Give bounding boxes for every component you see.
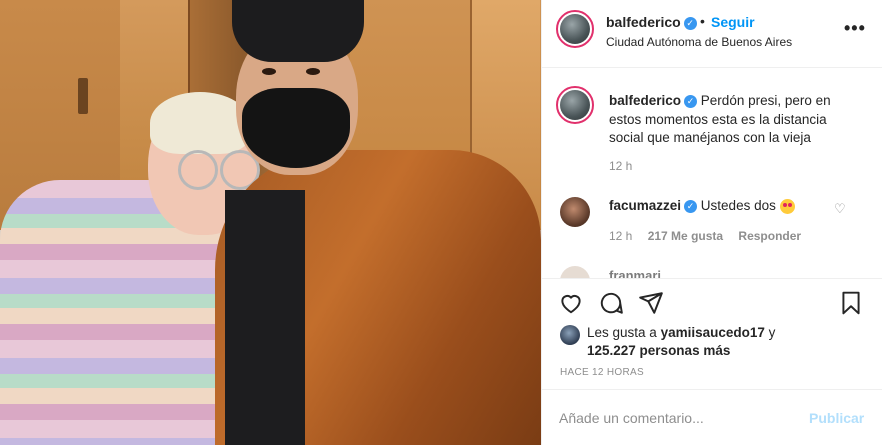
post-timestamp[interactable]: HACE 12 HORAS <box>560 367 644 378</box>
photo-eye <box>306 68 320 75</box>
likes-count-text[interactable]: 125.227 personas más <box>587 343 730 358</box>
comment-likes[interactable]: 217 Me gusta <box>648 229 723 243</box>
more-options-icon[interactable]: ••• <box>844 18 866 39</box>
avatar-image <box>560 90 590 120</box>
photo-door-handle <box>78 78 88 114</box>
likes-count[interactable]: 125.227 personas más <box>587 343 730 358</box>
likes-line: Les gusta a yamiisaucedo17 y <box>587 325 775 340</box>
commenter-username[interactable]: facumazzei <box>609 198 681 213</box>
liker-avatar[interactable] <box>560 325 580 345</box>
verified-icon: ✓ <box>684 199 698 213</box>
username-text[interactable]: balfederico <box>606 14 681 30</box>
bookmark-icon[interactable] <box>838 290 864 316</box>
comment-input[interactable]: Añade un comentario... <box>559 410 704 426</box>
heart-eyes-emoji-icon <box>779 198 795 214</box>
commenter-avatar[interactable] <box>560 197 590 227</box>
comment-icon[interactable] <box>598 290 624 316</box>
heart-icon[interactable] <box>558 290 584 316</box>
commenter-username[interactable]: franmari... <box>609 268 672 278</box>
author-username[interactable]: balfederico ✓ <box>606 14 697 30</box>
share-icon[interactable] <box>638 290 664 316</box>
avatar-image <box>560 14 590 44</box>
publish-button[interactable]: Publicar <box>809 410 864 426</box>
add-comment-bar: Añade un comentario... Publicar <box>542 389 882 445</box>
photo-cap <box>232 0 364 62</box>
comment-like-heart-icon[interactable]: ♡ <box>834 201 846 217</box>
photo-woman-hair <box>150 92 250 154</box>
caption-avatar[interactable] <box>556 86 594 124</box>
reply-button[interactable]: Responder <box>738 229 801 243</box>
comment-item-partial: franmari... <box>560 266 860 278</box>
post-photo[interactable] <box>0 0 541 445</box>
comment-text: facumazzei ✓ Ustedes dos <box>609 198 795 214</box>
comment-time[interactable]: 12 h <box>609 229 632 243</box>
caption-time[interactable]: 12 h <box>609 159 632 173</box>
post-header: balfederico ✓ • Seguir Ciudad Autónoma de… <box>542 0 882 68</box>
verified-icon: ✓ <box>683 16 697 30</box>
comments-list[interactable]: balfederico ✓ Perdón presi, pero en estos… <box>542 68 882 278</box>
verified-icon: ✓ <box>684 94 698 108</box>
liker-username[interactable]: yamiisaucedo17 <box>661 325 765 340</box>
caption-username[interactable]: balfederico <box>609 93 681 108</box>
caption-text: balfederico ✓ Perdón presi, pero en estos… <box>609 92 849 148</box>
photo-eye <box>262 68 276 75</box>
likes-conj: y <box>768 325 776 340</box>
location-link[interactable]: Ciudad Autónoma de Buenos Aires <box>606 35 792 49</box>
separator-dot: • <box>700 13 705 29</box>
likes-prefix: Les gusta a <box>587 325 657 340</box>
photo-glasses <box>178 150 260 190</box>
action-bar <box>542 278 882 326</box>
follow-button[interactable]: Seguir <box>711 14 755 30</box>
comment-meta: 12 h 217 Me gusta Responder <box>609 229 813 243</box>
photo-face-mask <box>242 88 350 168</box>
post-side-panel: balfederico ✓ • Seguir Ciudad Autónoma de… <box>541 0 882 445</box>
comment-body: Ustedes dos <box>700 198 776 213</box>
author-avatar[interactable] <box>556 10 594 48</box>
commenter-avatar[interactable] <box>560 266 590 278</box>
photo-shirt <box>225 190 305 445</box>
